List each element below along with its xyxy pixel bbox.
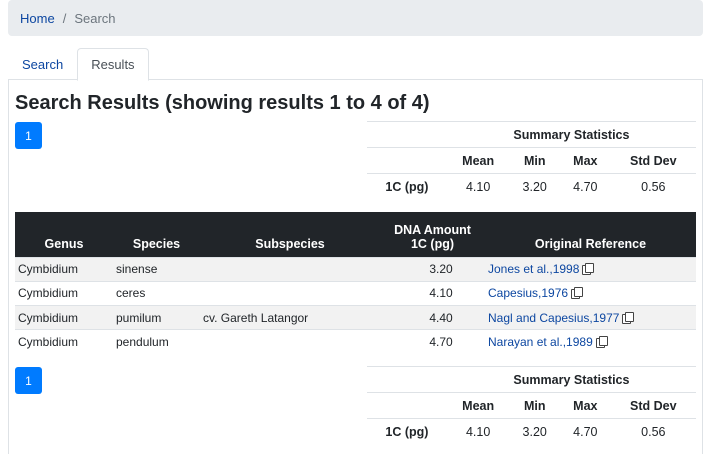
cell-reference: Narayan et al.,1989 (485, 329, 696, 355)
cell-dna-amount: 4.70 (380, 329, 485, 355)
cell-dna-amount: 4.10 (380, 280, 485, 306)
tab-results[interactable]: Results (77, 48, 149, 81)
cell-dna-amount: 3.20 (380, 256, 485, 282)
summary-min: 3.20 (509, 173, 561, 200)
summary-title: Summary Statistics (446, 121, 696, 148)
table-row: Cymbidium pumilum cv. Gareth Latangor 4.… (15, 305, 696, 330)
copy-icon[interactable] (622, 311, 635, 324)
cell-subspecies (200, 280, 380, 306)
results-table: Genus Species Subspecies DNA Amount 1C (… (15, 212, 696, 355)
breadcrumb-current: Search (74, 10, 116, 26)
cell-genus: Cymbidium (15, 329, 113, 355)
pagination-page-1-bottom[interactable]: 1 (15, 367, 42, 394)
results-heading: Search Results (showing results 1 to 4 o… (15, 92, 430, 114)
copy-icon[interactable] (582, 263, 595, 276)
pagination-page-1-top[interactable]: 1 (15, 122, 42, 149)
cell-genus: Cymbidium (15, 305, 113, 330)
cell-subspecies (200, 329, 380, 355)
cell-subspecies: cv. Gareth Latangor (200, 305, 380, 330)
summary-header-min: Min (509, 147, 561, 174)
reference-link[interactable]: Nagl and Capesius,1977 (488, 311, 619, 325)
summary-header-min: Min (509, 392, 561, 419)
cell-species: pendulum (113, 329, 200, 355)
col-header-genus[interactable]: Genus (15, 212, 113, 257)
tab-search[interactable]: Search (8, 48, 77, 80)
summary-min: 3.20 (509, 418, 561, 445)
summary-mean: 4.10 (446, 173, 510, 200)
summary-mean: 4.10 (446, 418, 510, 445)
summary-title: Summary Statistics (446, 366, 696, 393)
table-row: Cymbidium pendulum 4.70 Narayan et al.,1… (15, 329, 696, 355)
cell-reference: Capesius,1976 (485, 280, 696, 306)
summary-row-label: 1C (pg) (367, 418, 447, 445)
summary-statistics-bottom: Summary Statistics Mean Min Max Std Dev … (367, 366, 696, 445)
breadcrumb-separator: / (62, 10, 67, 26)
cell-species: pumilum (113, 305, 200, 330)
reference-link[interactable]: Narayan et al.,1989 (488, 335, 593, 349)
summary-header-stddev: Std Dev (610, 147, 696, 174)
reference-link[interactable]: Jones et al.,1998 (488, 262, 579, 276)
summary-header-mean: Mean (446, 147, 510, 174)
breadcrumb: Home / Search (8, 0, 703, 36)
col-header-reference[interactable]: Original Reference (485, 212, 696, 257)
summary-header-max: Max (560, 392, 611, 419)
breadcrumb-home-link[interactable]: Home (20, 11, 55, 26)
summary-header-mean: Mean (446, 392, 510, 419)
copy-icon[interactable] (595, 336, 608, 349)
cell-reference: Jones et al.,1998 (485, 256, 696, 282)
cell-dna-amount: 4.40 (380, 305, 485, 330)
summary-max: 4.70 (560, 418, 611, 445)
table-row: Cymbidium sinense 3.20 Jones et al.,1998 (15, 256, 696, 282)
cell-reference: Nagl and Capesius,1977 (485, 305, 696, 330)
col-header-dna-amount[interactable]: DNA Amount 1C (pg) (380, 212, 485, 257)
summary-statistics-top: Summary Statistics Mean Min Max Std Dev … (367, 121, 696, 200)
cell-species: sinense (113, 256, 200, 282)
col-header-dna-line1: DNA Amount (394, 222, 471, 237)
summary-stddev: 0.56 (610, 418, 696, 445)
summary-stddev: 0.56 (610, 173, 696, 200)
copy-icon[interactable] (571, 287, 584, 300)
cell-species: ceres (113, 280, 200, 306)
summary-header-stddev: Std Dev (610, 392, 696, 419)
table-row: Cymbidium ceres 4.10 Capesius,1976 (15, 280, 696, 306)
col-header-dna-line2: 1C (pg) (410, 236, 455, 251)
col-header-subspecies[interactable]: Subspecies (200, 212, 380, 257)
summary-header-max: Max (560, 147, 611, 174)
summary-max: 4.70 (560, 173, 611, 200)
reference-link[interactable]: Capesius,1976 (488, 286, 568, 300)
cell-genus: Cymbidium (15, 256, 113, 282)
col-header-species[interactable]: Species (113, 212, 200, 257)
cell-subspecies (200, 256, 380, 282)
summary-row-label: 1C (pg) (367, 173, 447, 200)
cell-genus: Cymbidium (15, 280, 113, 306)
tab-bar: Search Results (8, 48, 703, 81)
